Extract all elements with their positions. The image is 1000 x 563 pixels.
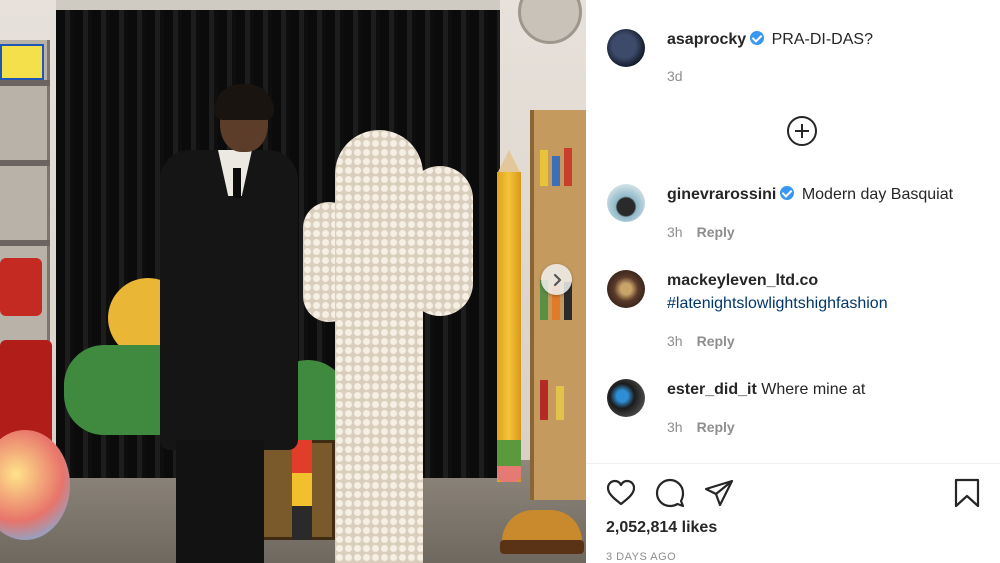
comment-avatar[interactable] (607, 184, 645, 222)
photo-detergent-box (0, 44, 44, 80)
comment-item: mackeyleven_ltd.co (667, 272, 818, 290)
reply-button[interactable]: Reply (697, 224, 735, 240)
comment-username[interactable]: mackeyleven_ltd.co (667, 272, 818, 289)
photo-bookcase (530, 110, 586, 500)
comment-text: Where mine at (761, 381, 866, 398)
comment-time[interactable]: 3h (667, 224, 683, 240)
comment-username[interactable]: ginevrarossini (667, 186, 776, 203)
post-date[interactable]: 3 DAYS AGO (606, 551, 676, 563)
verified-badge-icon (750, 31, 765, 45)
comment-text: Modern day Basquiat (801, 186, 954, 203)
heart-icon[interactable] (606, 478, 636, 508)
photo-pencil (497, 172, 521, 482)
comment-item: ginevrarossini Modern day Basquiat (667, 186, 953, 204)
divider (586, 463, 1000, 464)
hashtag-link[interactable]: #latenightslowlightshighfashion (667, 295, 888, 312)
caption-text: PRA-DI-DAS? (771, 31, 873, 48)
paper-plane-icon[interactable] (704, 478, 734, 508)
book (552, 156, 560, 186)
cactus-trunk (335, 130, 423, 563)
comment-time[interactable]: 3h (667, 419, 683, 435)
photo-person-legs (176, 440, 264, 563)
book (540, 380, 548, 420)
photo-pencil-eraser (497, 466, 521, 482)
author-username[interactable]: asaprocky (667, 31, 746, 48)
comment-username[interactable]: ester_did_it (667, 381, 757, 398)
next-photo-button[interactable] (541, 264, 572, 295)
verified-badge-icon (780, 186, 795, 200)
comment-meta: 3h Reply (667, 224, 735, 240)
reply-button[interactable]: Reply (697, 333, 735, 349)
shelf-board (0, 160, 50, 166)
comment-item: ester_did_it Where mine at (667, 381, 865, 399)
caption: asaprocky PRA-DI-DAS? (667, 31, 873, 49)
photo-burger-patty (500, 540, 584, 554)
photo-person-tie (233, 168, 241, 198)
comment-time[interactable]: 3h (667, 333, 683, 349)
bookmark-icon[interactable] (952, 478, 982, 508)
book (540, 150, 548, 186)
post-side-panel: asaprocky PRA-DI-DAS? 3d ginevrarossini … (586, 0, 1000, 563)
comment-meta: 3h Reply (667, 419, 735, 435)
comment-avatar[interactable] (607, 270, 645, 308)
comment-avatar[interactable] (607, 379, 645, 417)
photo-pencil-tip (497, 150, 521, 174)
photo-white-cactus (303, 130, 478, 563)
photo-pencil-band (497, 440, 521, 466)
comment-icon[interactable] (655, 478, 685, 508)
book (564, 148, 572, 186)
comment-meta: 3h Reply (667, 333, 735, 349)
shelf-board (0, 80, 50, 86)
book (556, 386, 564, 420)
shelf-board (0, 240, 50, 246)
chevron-right-icon (553, 273, 561, 286)
comment-text-row: #latenightslowlightshighfashion (667, 295, 888, 313)
photo-red-canister (0, 258, 42, 316)
author-avatar[interactable] (607, 29, 645, 67)
plus-circle-icon[interactable] (787, 116, 817, 146)
like-count[interactable]: 2,052,814 likes (606, 519, 717, 537)
photo-blinds-rail (56, 0, 500, 10)
caption-meta: 3d (667, 68, 683, 84)
post-photo[interactable] (0, 0, 586, 563)
caption-time[interactable]: 3d (667, 68, 683, 84)
reply-button[interactable]: Reply (697, 419, 735, 435)
